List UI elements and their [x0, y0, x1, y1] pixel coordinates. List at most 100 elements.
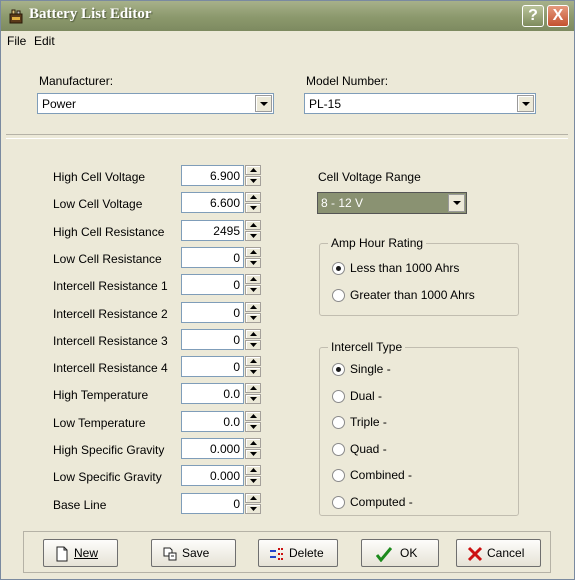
intercell-radio[interactable] [332, 389, 345, 403]
amp-hour-option-label[interactable]: Greater than 1000 Ahrs [350, 288, 475, 302]
field-value-input[interactable]: 0 [181, 492, 244, 514]
intercell-option-label[interactable]: Combined - [350, 468, 412, 482]
spin-up-icon[interactable] [245, 274, 261, 285]
field-value-input[interactable]: 0 [181, 356, 244, 378]
field-value-input[interactable]: 6.600 [181, 192, 244, 214]
spin-down-icon[interactable] [245, 203, 261, 214]
field-value-input[interactable]: 0 [181, 274, 244, 296]
spin-up-icon[interactable] [245, 356, 261, 367]
spin-up-icon[interactable] [245, 301, 261, 312]
field-value-input[interactable]: 0 [181, 328, 244, 350]
spin-down-icon[interactable] [245, 394, 261, 405]
spin-up-icon[interactable] [245, 492, 261, 503]
chevron-down-icon[interactable] [255, 95, 272, 112]
intercell-option-label[interactable]: Single - [350, 362, 391, 376]
intercell-option-label[interactable]: Dual - [350, 389, 382, 403]
menu-file[interactable]: File [7, 34, 26, 48]
cancel-button[interactable]: Cancel [456, 539, 541, 567]
field-spinner[interactable]: 0.0 [181, 383, 261, 405]
spin-up-icon[interactable] [245, 246, 261, 257]
ok-button[interactable]: OK [361, 539, 439, 567]
close-button[interactable]: X [547, 5, 569, 27]
new-button[interactable]: New [43, 539, 118, 567]
field-spinner[interactable]: 0 [181, 492, 261, 514]
spin-up-icon[interactable] [245, 465, 261, 476]
field-value-input[interactable]: 0.000 [181, 465, 244, 487]
field-spinner[interactable]: 6.900 [181, 165, 261, 186]
field-value-input[interactable]: 0.000 [181, 438, 244, 459]
field-value-input[interactable]: 6.900 [181, 165, 244, 186]
amp-hour-radio[interactable] [332, 262, 345, 275]
spin-buttons [245, 165, 261, 186]
spin-up-icon[interactable] [245, 410, 261, 421]
amp-hour-option-label[interactable]: Less than 1000 Ahrs [350, 261, 459, 275]
field-spinner[interactable]: 0 [181, 246, 261, 268]
spin-up-icon[interactable] [245, 438, 261, 448]
field-spinner[interactable]: 0.0 [181, 410, 261, 432]
intercell-radio[interactable] [332, 363, 345, 376]
field-spinner[interactable]: 0.000 [181, 438, 261, 459]
intercell-option-label[interactable]: Computed - [350, 495, 413, 509]
field-spinner[interactable]: 0.000 [181, 465, 261, 487]
field-spinner[interactable]: 0 [181, 356, 261, 378]
spin-down-icon[interactable] [245, 449, 261, 459]
intercell-option-label[interactable]: Quad - [350, 442, 387, 456]
intercell-radio[interactable] [332, 442, 345, 456]
menu-bar: File Edit [1, 31, 574, 50]
field-spinner[interactable]: 2495 [181, 219, 261, 241]
field-label: High Temperature [53, 388, 149, 403]
chevron-down-icon[interactable] [448, 194, 465, 212]
field-value-input[interactable]: 0.0 [181, 410, 244, 432]
spin-up-icon[interactable] [245, 383, 261, 394]
divider [6, 138, 568, 139]
save-button[interactable]: Save [151, 539, 236, 567]
field-spinner[interactable]: 6.600 [181, 192, 261, 214]
field-label: Low Specific Gravity [53, 470, 162, 485]
manufacturer-select[interactable]: Power [37, 93, 274, 114]
spin-up-icon[interactable] [245, 192, 261, 203]
field-label: High Cell Voltage [53, 170, 146, 184]
intercell-option-label[interactable]: Triple - [350, 415, 387, 429]
spin-down-icon[interactable] [245, 230, 261, 241]
intercell-radio[interactable] [332, 496, 345, 509]
spin-buttons [245, 274, 261, 296]
cell-voltage-range-select[interactable]: 8 - 12 V [317, 192, 467, 214]
spin-down-icon[interactable] [245, 285, 261, 296]
spin-down-icon[interactable] [245, 339, 261, 350]
chevron-down-icon[interactable] [517, 95, 534, 112]
amp-hour-radio[interactable] [332, 289, 345, 302]
cancel-button-label: Cancel [487, 546, 525, 560]
window-title: Battery List Editor [29, 6, 152, 22]
title-bar[interactable]: Battery List Editor ? X [1, 1, 574, 31]
spin-down-icon[interactable] [245, 176, 261, 186]
help-button[interactable]: ? [522, 5, 544, 27]
field-spinner[interactable]: 0 [181, 274, 261, 296]
spin-down-icon[interactable] [245, 503, 261, 514]
amp-hour-rating-title: Amp Hour Rating [328, 236, 427, 250]
model-number-select[interactable]: PL-15 [304, 93, 536, 114]
spin-down-icon[interactable] [245, 312, 261, 323]
field-label: Low Temperature [53, 415, 146, 430]
spin-up-icon[interactable] [245, 328, 261, 339]
spin-buttons [245, 492, 261, 514]
field-label: Intercell Resistance 2 [53, 306, 168, 321]
spin-up-icon[interactable] [245, 219, 261, 230]
spin-up-icon[interactable] [245, 165, 261, 175]
menu-edit[interactable]: Edit [34, 34, 55, 48]
spin-down-icon[interactable] [245, 476, 261, 487]
spin-down-icon[interactable] [245, 421, 261, 432]
field-spinner[interactable]: 0 [181, 301, 261, 323]
cancel-x-icon [467, 546, 483, 562]
field-value-input[interactable]: 0 [181, 301, 244, 323]
field-spinner[interactable]: 0 [181, 328, 261, 350]
delete-button[interactable]: Delete [258, 539, 338, 567]
field-value-input[interactable]: 0 [181, 246, 244, 268]
spin-down-icon[interactable] [245, 367, 261, 378]
field-label: Low Cell Resistance [53, 251, 162, 266]
field-value-input[interactable]: 0.0 [181, 383, 244, 405]
battery-list-editor-window: Battery List Editor ? X File Edit Manufa… [0, 0, 575, 580]
spin-buttons [245, 219, 261, 241]
spin-down-icon[interactable] [245, 257, 261, 268]
field-value-input[interactable]: 2495 [181, 219, 244, 241]
new-document-icon [56, 546, 68, 562]
